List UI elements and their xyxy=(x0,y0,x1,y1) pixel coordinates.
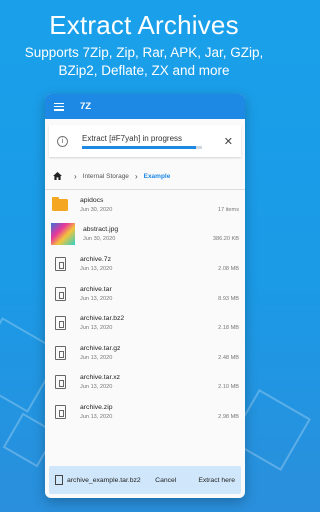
cancel-button[interactable]: Cancel xyxy=(155,477,176,484)
file-date: Jun 13, 2020 xyxy=(80,295,113,302)
extract-here-button[interactable]: Extract here xyxy=(198,477,235,484)
file-texts: archive.tar Jun 13, 2020 8.93 MB xyxy=(80,286,239,302)
file-texts: archive.tar.xz Jun 13, 2020 2.10 MB xyxy=(80,374,239,390)
file-row[interactable]: abstract.jpg Jun 30, 2020 386.20 KB xyxy=(51,220,239,250)
info-icon: i xyxy=(57,135,68,147)
progress-text: Extract [#F7yah] in progress xyxy=(82,133,183,143)
archive-icon xyxy=(51,314,69,332)
file-texts: abstract.jpg Jun 30, 2020 386.20 KB xyxy=(83,226,239,242)
archive-icon xyxy=(51,255,69,273)
breadcrumb-parent[interactable]: Internal Storage xyxy=(83,173,129,180)
promo-header: Extract Archives Supports 7Zip, Zip, Rar… xyxy=(0,0,288,80)
file-texts: archive.7z Jun 13, 2020 2.08 MB xyxy=(80,256,239,272)
breadcrumb-current[interactable]: Example xyxy=(144,173,171,180)
file-meta: Jun 30, 2020 17 items xyxy=(80,207,239,213)
file-meta: Jun 13, 2020 2.10 MB xyxy=(80,384,239,390)
file-date: Jun 13, 2020 xyxy=(80,354,113,361)
file-size: 2.48 MB xyxy=(218,354,239,361)
file-row[interactable]: archive.tar.bz2 Jun 13, 2020 2.18 MB xyxy=(51,308,239,338)
archive-icon xyxy=(51,344,69,362)
file-meta: Jun 13, 2020 2.48 MB xyxy=(80,355,239,361)
image-thumbnail xyxy=(51,223,75,246)
file-texts: apidocs Jun 30, 2020 17 items xyxy=(80,197,239,213)
file-date: Jun 30, 2020 xyxy=(80,206,113,213)
file-meta: Jun 30, 2020 386.20 KB xyxy=(83,236,239,242)
progress-card: i Extract [#F7yah] in progress ✕ xyxy=(49,125,241,157)
file-size: 386.20 KB xyxy=(212,236,239,243)
file-row[interactable]: apidocs Jun 30, 2020 17 items xyxy=(51,190,239,220)
file-texts: archive.tar.gz Jun 13, 2020 2.48 MB xyxy=(80,345,239,361)
file-texts: archive.zip Jun 13, 2020 2.98 MB xyxy=(80,404,239,420)
file-texts: archive.tar.bz2 Jun 13, 2020 2.18 MB xyxy=(80,315,239,331)
file-size: 2.18 MB xyxy=(218,325,239,332)
file-row[interactable]: archive.tar.xz Jun 13, 2020 2.10 MB xyxy=(51,368,239,398)
file-meta: Jun 13, 2020 2.18 MB xyxy=(80,325,239,331)
home-icon[interactable] xyxy=(53,172,62,180)
extract-action-bar: archive_example.tar.bz2 Cancel Extract h… xyxy=(49,466,241,494)
breadcrumb: › Internal Storage › Example xyxy=(45,165,245,187)
archive-icon xyxy=(55,475,63,485)
file-meta: Jun 13, 2020 2.98 MB xyxy=(80,414,239,420)
app-bar: 7Z xyxy=(45,94,245,119)
file-name: archive.zip xyxy=(80,403,113,411)
file-date: Jun 13, 2020 xyxy=(80,413,113,420)
promo-subtitle: Supports 7Zip, Zip, Rar, APK, Jar, GZip,… xyxy=(24,45,264,78)
file-name: archive.tar.xz xyxy=(80,374,121,382)
menu-icon[interactable] xyxy=(54,102,64,111)
app-screen: 7Z i Extract [#F7yah] in progress ✕ › In… xyxy=(45,94,245,498)
file-name: archive.tar xyxy=(80,285,112,293)
file-meta: Jun 13, 2020 2.08 MB xyxy=(80,266,239,272)
progress-bar xyxy=(82,145,202,149)
progress-fill xyxy=(82,145,196,149)
file-name: abstract.jpg xyxy=(83,226,119,234)
file-meta: Jun 13, 2020 8.93 MB xyxy=(80,296,239,302)
promo-title: Extract Archives xyxy=(49,10,239,40)
file-date: Jun 13, 2020 xyxy=(80,265,113,272)
file-row[interactable]: archive.tar Jun 13, 2020 8.93 MB xyxy=(51,279,239,309)
archive-icon xyxy=(51,373,69,391)
file-name: archive.tar.bz2 xyxy=(80,315,125,323)
file-date: Jun 13, 2020 xyxy=(80,325,113,332)
file-size: 2.98 MB xyxy=(218,413,239,420)
archive-icon xyxy=(51,403,69,421)
file-row[interactable]: archive.tar.gz Jun 13, 2020 2.48 MB xyxy=(51,338,239,368)
file-name: archive.7z xyxy=(80,255,111,263)
selected-archive-name: archive_example.tar.bz2 xyxy=(67,476,141,484)
file-date: Jun 30, 2020 xyxy=(83,236,116,243)
file-list: apidocs Jun 30, 2020 17 items abstract.jpg J… xyxy=(45,190,245,427)
file-date: Jun 13, 2020 xyxy=(80,384,113,391)
file-size: 2.08 MB xyxy=(218,265,239,272)
archive-icon xyxy=(51,285,69,303)
file-size: 8.93 MB xyxy=(218,295,239,302)
file-size: 17 items xyxy=(217,206,239,213)
file-size: 2.10 MB xyxy=(218,384,239,391)
app-title: 7Z xyxy=(80,101,92,112)
chevron-right-icon: › xyxy=(134,171,138,181)
file-name: archive.tar.gz xyxy=(80,344,121,352)
file-row[interactable]: archive.zip Jun 13, 2020 2.98 MB xyxy=(51,397,239,427)
close-icon[interactable]: ✕ xyxy=(224,135,233,148)
chevron-right-icon: › xyxy=(74,171,77,181)
file-row[interactable]: archive.7z Jun 13, 2020 2.08 MB xyxy=(51,249,239,279)
folder-icon xyxy=(51,196,69,214)
file-name: apidocs xyxy=(80,196,104,204)
